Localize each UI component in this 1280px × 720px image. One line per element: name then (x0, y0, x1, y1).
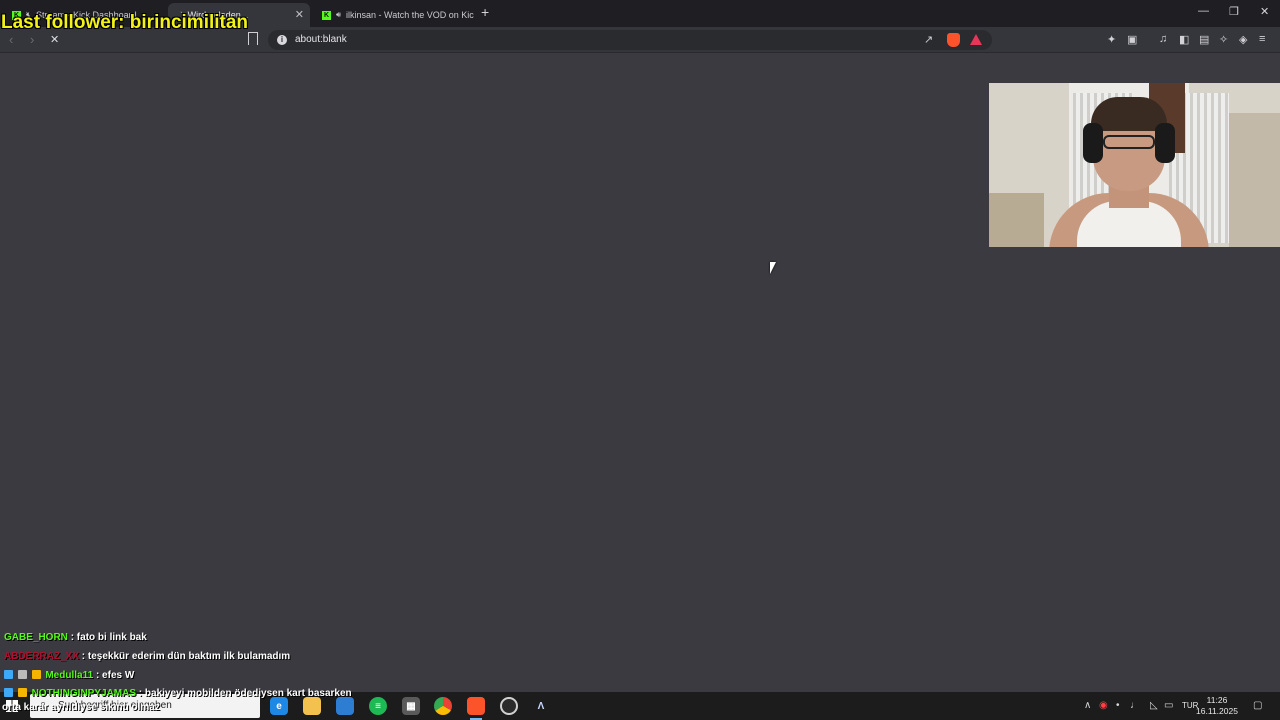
chat-username: ABDERRAZ_XX (4, 651, 80, 662)
extensions-icon[interactable]: ✦ (1107, 33, 1116, 46)
network-icon[interactable]: ◺ (1150, 700, 1158, 711)
forward-arrow-icon[interactable]: › (30, 32, 34, 47)
app-icon[interactable]: Λ (532, 697, 550, 715)
webcam-feed (989, 83, 1280, 247)
chat-username: NOTHINGINPYJAMAS (31, 688, 137, 699)
vpn-shield-icon[interactable]: ◈ (1239, 33, 1247, 46)
chat-username: GABE_HORN (4, 632, 68, 643)
restore-icon[interactable]: ❐ (1229, 5, 1239, 18)
badge-icon (17, 688, 27, 697)
badge-icon (17, 670, 27, 679)
clock-time: 11:26 (1206, 695, 1228, 705)
stop-loading-icon[interactable]: ✕ (50, 33, 59, 46)
volume-icon[interactable]: ♩ (1130, 700, 1140, 711)
sidebar-icon[interactable]: ◧ (1179, 33, 1189, 46)
tab-close-icon[interactable]: ✕ (295, 8, 304, 21)
spotify-icon[interactable]: ≡ (369, 697, 387, 715)
translate-icon[interactable]: ▣ (1127, 33, 1137, 46)
screen: K 🔇︎ Stream - Kick Dashboard ˋ Wird gela… (0, 0, 1280, 720)
calculator-icon[interactable]: ▦ (402, 697, 420, 715)
chat-text: : efes W (95, 670, 135, 681)
bookmark-icon[interactable] (248, 32, 258, 45)
taskbar-clock[interactable]: 11:26 16.11.2025 (1188, 695, 1246, 717)
webcam-door (1229, 113, 1280, 247)
badge-icon (31, 670, 41, 679)
brave-shields-icon[interactable] (947, 33, 960, 47)
new-tab-button[interactable]: + (481, 4, 489, 20)
tab-title: ilkinsan - Watch the VOD on Kick (346, 10, 474, 20)
webcam-shelf (989, 193, 1044, 247)
headphone-right-icon (1155, 123, 1175, 163)
tray-chevron-icon[interactable]: ∧ (1084, 700, 1091, 711)
chat-text: : teşekkür ederim dün baktım ilk bulamad… (81, 651, 291, 662)
wallet-icon[interactable]: ▤ (1199, 33, 1209, 46)
share-icon[interactable]: ↗ (924, 33, 933, 46)
glasses-icon (1103, 135, 1155, 149)
close-window-icon[interactable]: ✕ (1260, 5, 1269, 18)
chat-text: : bakiyeyi mobilden ödediysen kart basar… (138, 688, 352, 699)
chat-username: Medulla11 (45, 670, 94, 681)
brave-rewards-icon[interactable] (970, 34, 982, 45)
leo-ai-icon[interactable]: ✧ (1219, 33, 1228, 46)
speaker-icon[interactable]: 🔊︎ (336, 10, 341, 20)
url-text[interactable]: about:blank (295, 34, 347, 45)
menu-icon[interactable]: ≡ (1259, 33, 1265, 45)
battery-icon[interactable]: ▭ (1164, 700, 1173, 711)
chat-message: Medulla11 : efes W (4, 670, 134, 686)
headphone-left-icon (1083, 123, 1103, 163)
chat-text: : fato bi link bak (70, 632, 147, 643)
chat-message: ABDERRAZ_XX : teşekkür ederim dün baktım… (4, 651, 290, 667)
badge-icon (4, 688, 13, 697)
badge-icon (4, 670, 13, 679)
brave-icon[interactable] (467, 697, 485, 720)
obs-icon[interactable] (500, 697, 518, 715)
tab-ilkinsan-vod[interactable]: K 🔊︎ ilkinsan - Watch the VOD on Kick (314, 3, 474, 27)
chat-message: GABE_HORN : fato bi link bak (4, 632, 147, 648)
last-follower-overlay: Last follower: birincimilitan (1, 12, 249, 33)
media-icon[interactable]: ♫ (1159, 33, 1167, 45)
notification-icon[interactable]: ▢ (1253, 700, 1262, 711)
chat-message: NOTHINGINPYJAMAS : bakiyeyi mobilden öde… (4, 688, 352, 704)
site-info-icon[interactable]: i (277, 35, 287, 45)
mouse-cursor-icon (770, 262, 776, 274)
clock-date: 16.11.2025 (1196, 706, 1238, 716)
microphone-icon[interactable]: • (1116, 700, 1120, 711)
back-arrow-icon[interactable]: ‹ (9, 32, 13, 47)
address-bar[interactable]: i about:blank ↗ (268, 30, 992, 50)
chrome-icon[interactable] (434, 697, 452, 715)
kick-logo-icon: K (322, 10, 331, 20)
minimize-icon[interactable]: — (1198, 5, 1209, 17)
tray-app-icon[interactable]: ◉ (1099, 700, 1108, 711)
